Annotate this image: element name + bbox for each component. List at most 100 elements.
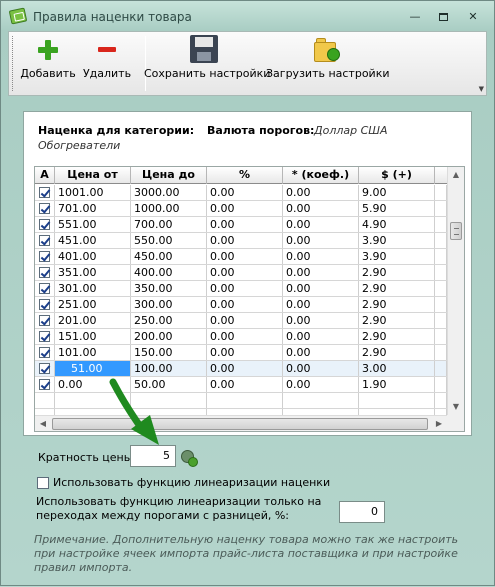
col-price-from[interactable]: Цена от bbox=[55, 167, 131, 184]
load-settings-button[interactable]: Загрузить настройки bbox=[266, 32, 390, 95]
cell-from[interactable]: 351.00 bbox=[55, 265, 131, 280]
scroll-left-icon[interactable]: ◀ bbox=[35, 416, 51, 431]
cell-plus[interactable]: 3.00 bbox=[359, 361, 435, 376]
cell-plus[interactable]: 3.90 bbox=[359, 233, 435, 248]
cell-plus[interactable]: 9.00 bbox=[359, 185, 435, 200]
row-active-checkbox[interactable] bbox=[39, 315, 50, 326]
cell-plus[interactable]: 3.90 bbox=[359, 249, 435, 264]
cell-from[interactable]: 1001.00 bbox=[55, 185, 131, 200]
cell-pct[interactable]: 0.00 bbox=[207, 281, 283, 296]
cell-pct[interactable]: 0.00 bbox=[207, 265, 283, 280]
row-active-cell[interactable] bbox=[35, 265, 55, 280]
table-row[interactable]: 701.00 1000.00 0.00 0.00 5.90 bbox=[35, 201, 447, 217]
row-active-checkbox[interactable] bbox=[39, 251, 50, 262]
cell-from[interactable]: 451.00 bbox=[55, 233, 131, 248]
row-active-checkbox[interactable] bbox=[39, 331, 50, 342]
minimize-button[interactable]: — bbox=[404, 10, 426, 24]
delete-button[interactable]: Удалить bbox=[81, 32, 133, 95]
cell-pct[interactable]: 0.00 bbox=[207, 361, 283, 376]
horizontal-scrollbar[interactable]: ◀ ▶ bbox=[35, 415, 447, 431]
row-active-cell[interactable] bbox=[35, 249, 55, 264]
cell-pct[interactable]: 0.00 bbox=[207, 233, 283, 248]
cell-plus[interactable]: 2.90 bbox=[359, 297, 435, 312]
row-active-checkbox[interactable] bbox=[39, 267, 50, 278]
cell-plus[interactable]: 5.90 bbox=[359, 201, 435, 216]
cell-coef[interactable]: 0.00 bbox=[283, 345, 359, 360]
scroll-right-icon[interactable]: ▶ bbox=[431, 416, 447, 431]
cell-pct[interactable]: 0.00 bbox=[207, 377, 283, 392]
row-active-cell[interactable] bbox=[35, 185, 55, 200]
cell-pct[interactable]: 0.00 bbox=[207, 313, 283, 328]
col-coef[interactable]: * (коеф.) bbox=[283, 167, 359, 184]
row-active-cell[interactable] bbox=[35, 377, 55, 392]
cell-pct[interactable]: 0.00 bbox=[207, 329, 283, 344]
cell-to[interactable]: 350.00 bbox=[131, 281, 207, 296]
cell-plus[interactable]: 1.90 bbox=[359, 377, 435, 392]
cell-to[interactable]: 1000.00 bbox=[131, 201, 207, 216]
col-percent[interactable]: % bbox=[207, 167, 283, 184]
table-row[interactable]: 401.00 450.00 0.00 0.00 3.90 bbox=[35, 249, 447, 265]
cell-plus[interactable]: 4.90 bbox=[359, 217, 435, 232]
row-active-checkbox[interactable] bbox=[39, 187, 50, 198]
cell-to[interactable]: 700.00 bbox=[131, 217, 207, 232]
cell-to[interactable]: 300.00 bbox=[131, 297, 207, 312]
linearization-diff-input[interactable]: 0 bbox=[339, 501, 385, 523]
cell-from[interactable]: 701.00 bbox=[55, 201, 131, 216]
cell-coef[interactable]: 0.00 bbox=[283, 201, 359, 216]
cell-to[interactable]: 550.00 bbox=[131, 233, 207, 248]
table-row[interactable]: 1001.00 3000.00 0.00 0.00 9.00 bbox=[35, 185, 447, 201]
cell-plus[interactable]: 2.90 bbox=[359, 345, 435, 360]
row-active-checkbox[interactable] bbox=[39, 283, 50, 294]
cell-to[interactable]: 150.00 bbox=[131, 345, 207, 360]
row-active-cell[interactable] bbox=[35, 297, 55, 312]
cell-plus[interactable]: 2.90 bbox=[359, 329, 435, 344]
cell-coef[interactable]: 0.00 bbox=[283, 265, 359, 280]
horizontal-scroll-thumb[interactable] bbox=[52, 418, 428, 430]
row-active-cell[interactable] bbox=[35, 313, 55, 328]
cell-from[interactable]: 51.00 bbox=[55, 361, 131, 376]
cell-pct[interactable]: 0.00 bbox=[207, 185, 283, 200]
linearization-checkbox[interactable] bbox=[37, 477, 49, 489]
cell-plus[interactable]: 2.90 bbox=[359, 313, 435, 328]
toolbar-grip[interactable] bbox=[12, 36, 15, 91]
cell-coef[interactable]: 0.00 bbox=[283, 313, 359, 328]
vertical-scroll-thumb[interactable] bbox=[450, 222, 462, 240]
table-row[interactable]: 101.00 150.00 0.00 0.00 2.90 bbox=[35, 345, 447, 361]
cell-coef[interactable]: 0.00 bbox=[283, 281, 359, 296]
row-active-checkbox[interactable] bbox=[39, 363, 50, 374]
col-price-to[interactable]: Цена до bbox=[131, 167, 207, 184]
cell-from[interactable]: 201.00 bbox=[55, 313, 131, 328]
cell-pct[interactable]: 0.00 bbox=[207, 297, 283, 312]
cell-to[interactable]: 450.00 bbox=[131, 249, 207, 264]
table-row[interactable]: 201.00 250.00 0.00 0.00 2.90 bbox=[35, 313, 447, 329]
cell-from[interactable]: 301.00 bbox=[55, 281, 131, 296]
table-row[interactable]: 251.00 300.00 0.00 0.00 2.90 bbox=[35, 297, 447, 313]
row-active-cell[interactable] bbox=[35, 329, 55, 344]
table-row[interactable]: 301.00 350.00 0.00 0.00 2.90 bbox=[35, 281, 447, 297]
cell-to[interactable]: 200.00 bbox=[131, 329, 207, 344]
cell-pct[interactable]: 0.00 bbox=[207, 201, 283, 216]
cell-coef[interactable]: 0.00 bbox=[283, 297, 359, 312]
cell-coef[interactable]: 0.00 bbox=[283, 329, 359, 344]
cell-from[interactable]: 401.00 bbox=[55, 249, 131, 264]
cell-to[interactable]: 250.00 bbox=[131, 313, 207, 328]
save-settings-button[interactable]: Сохранить настройки bbox=[144, 32, 270, 95]
row-active-checkbox[interactable] bbox=[39, 379, 50, 390]
row-active-checkbox[interactable] bbox=[39, 219, 50, 230]
table-row[interactable]: 451.00 550.00 0.00 0.00 3.90 bbox=[35, 233, 447, 249]
cell-coef[interactable]: 0.00 bbox=[283, 361, 359, 376]
row-active-cell[interactable] bbox=[35, 233, 55, 248]
cell-to[interactable]: 100.00 bbox=[131, 361, 207, 376]
cell-coef[interactable]: 0.00 bbox=[283, 217, 359, 232]
add-button[interactable]: Добавить bbox=[19, 32, 77, 95]
cell-coef[interactable]: 0.00 bbox=[283, 249, 359, 264]
cell-pct[interactable]: 0.00 bbox=[207, 249, 283, 264]
scroll-up-icon[interactable]: ▲ bbox=[448, 167, 464, 183]
cell-to[interactable]: 50.00 bbox=[131, 377, 207, 392]
cell-plus[interactable]: 2.90 bbox=[359, 281, 435, 296]
row-active-checkbox[interactable] bbox=[39, 299, 50, 310]
cell-to[interactable]: 400.00 bbox=[131, 265, 207, 280]
table-row[interactable]: 0.00 50.00 0.00 0.00 1.90 bbox=[35, 377, 447, 393]
cell-from[interactable]: 551.00 bbox=[55, 217, 131, 232]
cell-pct[interactable]: 0.00 bbox=[207, 217, 283, 232]
